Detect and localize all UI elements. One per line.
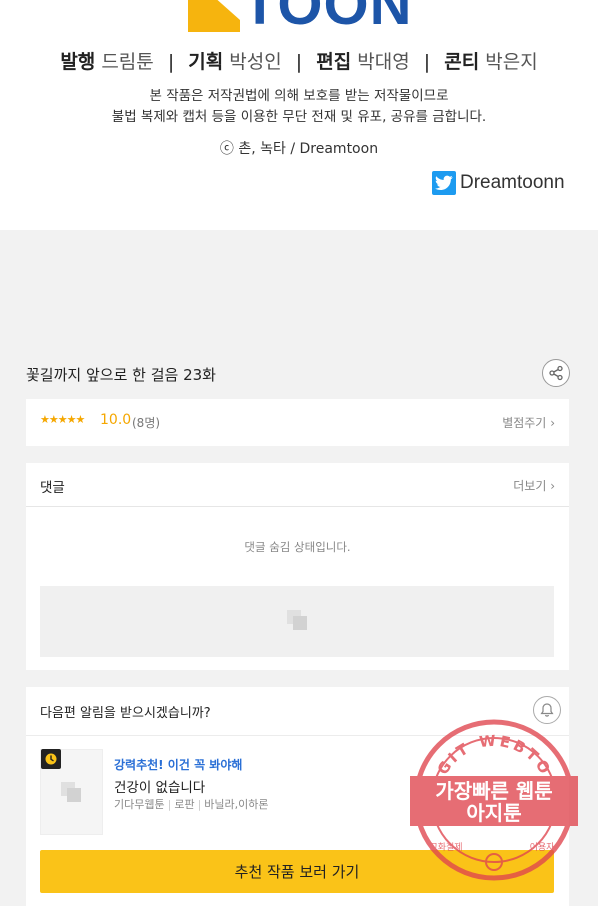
rating-stars: ★★★★★ (40, 413, 85, 426)
recommend-title[interactable]: 건강이 없습니다 (114, 776, 205, 796)
rate-label: 별점주기 (502, 416, 547, 430)
editing-name: 박대영 (357, 51, 410, 73)
go-recommended-button[interactable]: 추천 작품 보러 가기 (40, 850, 554, 893)
planning-role: 기획 (188, 51, 224, 73)
share-icon (549, 365, 563, 381)
credits-panel: TOON 발행 드림툰 | 기획 박성인 | 편집 박대영 | 콘티 박은지 본… (0, 0, 598, 230)
meta-genre: 로판 (174, 798, 195, 811)
staff-credits: 발행 드림툰 | 기획 박성인 | 편집 박대영 | 콘티 박은지 (0, 48, 598, 76)
publisher-role: 발행 (60, 51, 96, 73)
episode-header: 꽃길까지 앞으로 한 걸음 23화 (26, 359, 572, 389)
storyboard-name: 박은지 (485, 51, 538, 73)
twitter-bird-icon (432, 171, 456, 195)
episode-title: 꽃길까지 앞으로 한 걸음 23화 (26, 366, 216, 384)
credit-separator: | (295, 51, 303, 73)
comments-hidden-message: 댓글 숨김 상태입니다. (244, 540, 351, 554)
rating-card: ★★★★★ 10.0 (8명) 별점주기 › (26, 399, 569, 446)
more-comments-button[interactable]: 더보기 › (513, 477, 555, 494)
dreamtoon-logo: TOON (188, 0, 410, 34)
next-episode-notify-card: 다음편 알림을 받으시겠습니까? 강력추천! 이건 꼭 봐야해 건강이 없습니다… (26, 687, 569, 906)
meta-separator: | (167, 798, 172, 811)
divider (26, 735, 569, 736)
meta-source: 기다무웹툰 (114, 798, 165, 811)
credit-separator: | (423, 51, 431, 73)
planning-name: 박성인 (229, 51, 282, 73)
storyboard-role: 콘티 (444, 51, 480, 73)
logo-text: TOON (242, 0, 410, 34)
comment-header: 댓글 더보기 › (26, 463, 569, 507)
recommend-meta: 기다무웹툰 | 로판 | 바닐라,이하론 (114, 796, 269, 812)
more-label: 더보기 (513, 479, 547, 493)
logo-mark (188, 0, 240, 32)
ad-placeholder[interactable] (40, 586, 554, 657)
rate-button[interactable]: 별점주기 › (502, 414, 555, 431)
clock-icon (41, 749, 61, 769)
credit-separator: | (167, 51, 175, 73)
image-placeholder-icon (287, 610, 309, 632)
publisher-name: 드림툰 (101, 51, 154, 73)
share-button[interactable] (542, 359, 570, 387)
notice-line-1: 본 작품은 저작권법에 의해 보호를 받는 저작물이므로 (149, 88, 449, 104)
notify-question: 다음편 알림을 받으시겠습니까? (40, 706, 211, 721)
twitter-label: Dreamtoonn (460, 172, 565, 193)
editing-role: 편집 (316, 51, 352, 73)
copyright-line: ⓒ 촌, 녹타 / Dreamtoon (219, 141, 379, 157)
bell-icon (540, 703, 554, 717)
rating-score: 10.0 (100, 412, 132, 428)
meta-authors: 바닐라,이하론 (204, 798, 269, 811)
notify-bell-button[interactable] (533, 696, 561, 724)
recommend-tag: 강력추천! 이건 꼭 봐야해 (114, 758, 243, 772)
image-placeholder-icon (61, 782, 83, 804)
chevron-right-icon: › (550, 479, 555, 493)
meta-separator: | (197, 798, 202, 811)
comment-title: 댓글 (40, 480, 65, 496)
chevron-right-icon: › (550, 416, 555, 430)
copyright-notice: 본 작품은 저작권법에 의해 보호를 받는 저작물이므로 불법 복제와 캡처 등… (0, 86, 598, 128)
rating-count: (8명) (132, 416, 161, 430)
twitter-link[interactable]: Dreamtoonn (432, 170, 565, 196)
notice-line-2: 불법 복제와 캡처 등을 이용한 무단 전재 및 유포, 공유를 금합니다. (111, 109, 487, 125)
comment-card: 댓글 더보기 › 댓글 숨김 상태입니다. (26, 463, 569, 670)
